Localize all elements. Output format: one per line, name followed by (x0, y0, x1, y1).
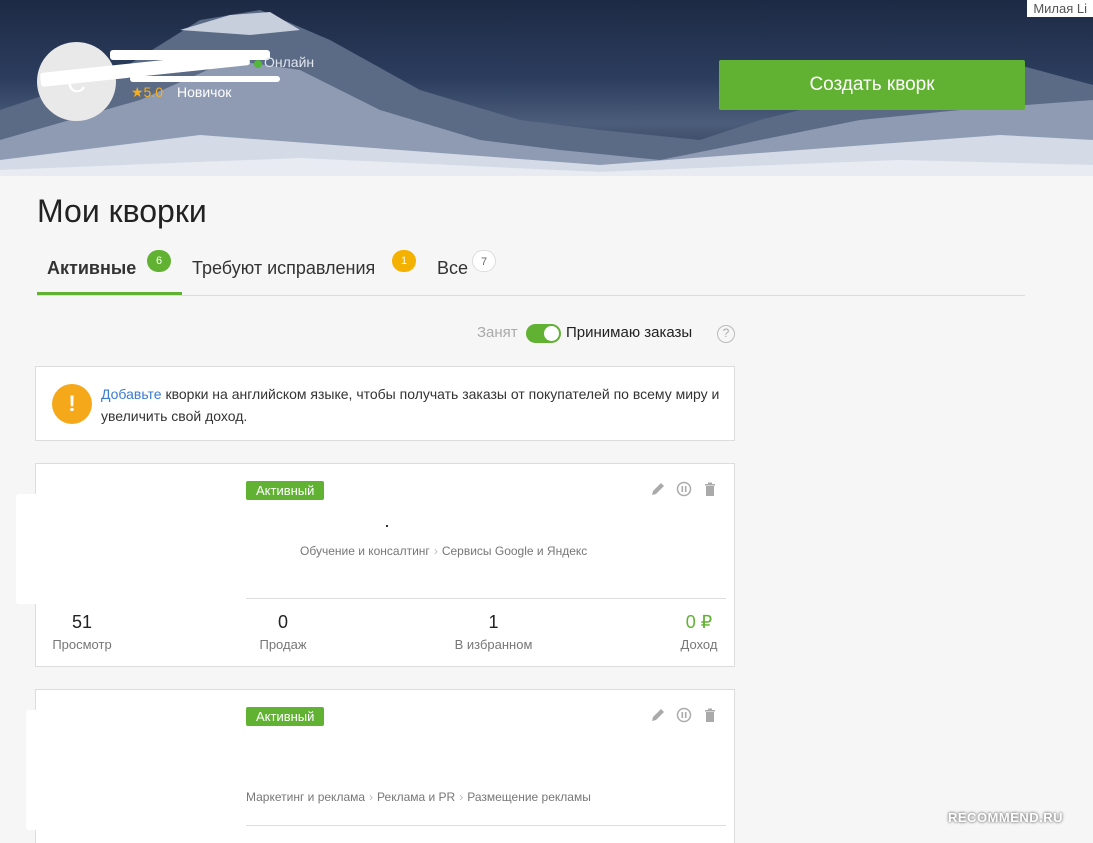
tab-active-count: 6 (147, 250, 171, 272)
redacted-username-2 (110, 50, 270, 60)
edit-icon[interactable] (650, 707, 666, 723)
edit-icon[interactable] (650, 481, 666, 497)
tab-needs-fix-count: 1 (392, 250, 416, 272)
stats-divider (246, 825, 726, 826)
username-corner: Милая Li (1027, 0, 1093, 17)
create-kwork-button[interactable]: Создать кворк (719, 60, 1025, 110)
stat-label: В избранном (454, 637, 533, 652)
online-status: Онлайн (264, 54, 315, 70)
status-accepting-label: Принимаю заказы (566, 324, 693, 341)
help-icon[interactable]: ? (717, 325, 735, 343)
category-2[interactable]: Реклама и PR (377, 790, 455, 804)
chevron-right-icon: › (433, 544, 438, 558)
category-1[interactable]: Обучение и консалтинг (300, 544, 430, 558)
tab-needs-fix[interactable]: Требуют исправления (192, 258, 375, 279)
category-1[interactable]: Маркетинг и реклама (246, 790, 365, 804)
card-actions (650, 481, 718, 497)
kwork-card[interactable]: Активный Маркетинг и реклама › Реклама и P… (26, 689, 735, 843)
tab-all-count: 7 (472, 250, 496, 272)
active-tab-underline (37, 292, 182, 295)
kwork-categories: Маркетинг и реклама › Реклама и PR › Размеще… (246, 790, 591, 804)
stat-label: Просмотр (52, 637, 112, 652)
delete-icon[interactable] (702, 707, 718, 723)
watermark: RECOMMEND.RU (948, 810, 1064, 825)
english-kwork-notice: ! Добавьте кворки на английском языке, ч… (35, 366, 735, 441)
delete-icon[interactable] (702, 481, 718, 497)
stat-sales: 0 Продаж (236, 612, 330, 652)
stat-value: 1 (488, 612, 499, 632)
rating: ★5.0 (131, 84, 164, 100)
chevron-right-icon: › (459, 790, 464, 804)
status-busy-label: Занят (477, 324, 518, 341)
stat-favorites: 1 В избранном (441, 612, 546, 652)
tab-active[interactable]: Активные (47, 258, 136, 279)
category-2[interactable]: Сервисы Google и Яндекс (442, 544, 587, 558)
stat-label: Продаж (259, 637, 307, 652)
stat-value: 0 (277, 612, 288, 632)
pause-icon[interactable] (676, 707, 692, 723)
kwork-categories: Обучение и консалтинг › Сервисы Google и Я… (300, 544, 587, 558)
pause-icon[interactable] (676, 481, 692, 497)
stat-label: Доход (680, 637, 718, 652)
status-badge: Активный (246, 481, 325, 500)
tab-all[interactable]: Все (437, 258, 468, 279)
card-actions (650, 707, 718, 723)
chevron-right-icon: › (369, 790, 374, 804)
stat-value: 51 (71, 612, 93, 632)
online-indicator (254, 60, 262, 68)
stats-divider (246, 598, 726, 599)
notice-body: кворки на английском языке, чтобы получа… (101, 386, 720, 424)
kwork-card[interactable]: Активный Обучение и консалтинг › Сервисы G… (16, 463, 735, 667)
profile-banner: Милая Li С Онлайн ★5.0 Новичок Создать к… (0, 0, 1093, 176)
page-title: Мои кворки (37, 193, 207, 229)
redacted-thumbnail (26, 710, 226, 830)
notice-text: Добавьте кворки на английском языке, что… (101, 383, 721, 427)
redacted-username-3 (130, 76, 280, 82)
stat-income: 0 ₽ Доход (666, 612, 732, 652)
redacted-thumbnail (16, 494, 226, 604)
status-badge: Активный (246, 707, 325, 726)
category-3[interactable]: Размещение рекламы (467, 790, 591, 804)
stat-value: 0 ₽ (685, 612, 713, 632)
warning-icon: ! (52, 384, 92, 424)
seller-level: Новичок (177, 84, 232, 100)
accepting-orders-toggle[interactable] (526, 324, 561, 343)
stat-views: 51 Просмотр (36, 612, 128, 652)
kwork-tabs: Активные 6 Требуют исправления 1 Все 7 (37, 250, 1025, 296)
add-kwork-link[interactable]: Добавьте (101, 386, 162, 402)
title-placeholder (386, 525, 388, 527)
